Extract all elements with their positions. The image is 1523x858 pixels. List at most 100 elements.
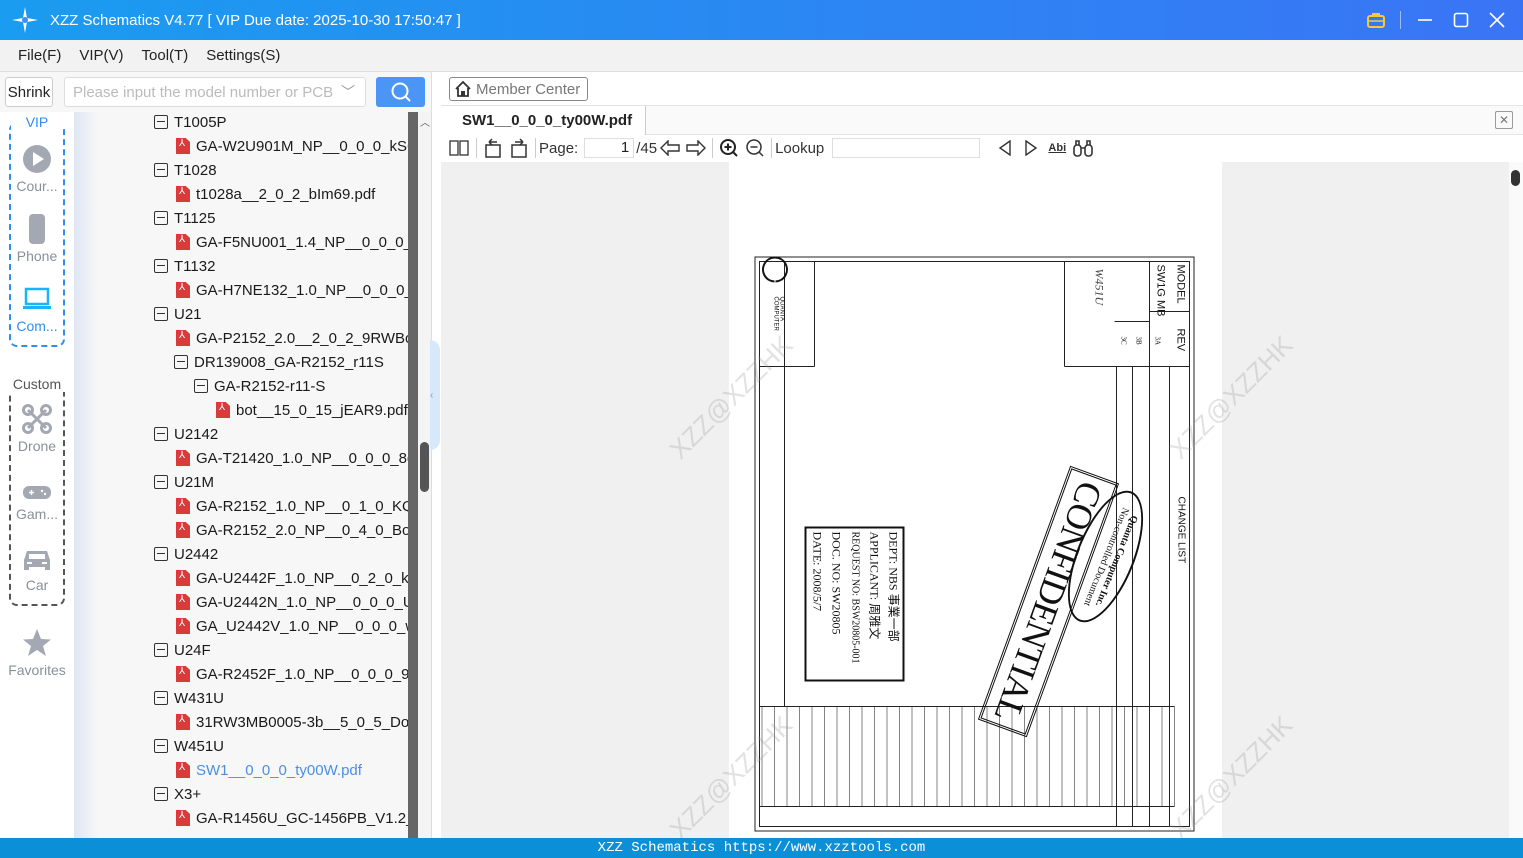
tree-file-item[interactable]: GA-R2452F_1.0_NP__0_0_0_9O3 [176,662,408,686]
tree-folder-item[interactable]: U2442 [154,542,218,566]
two-page-view-icon[interactable] [445,137,473,159]
collapse-icon[interactable] [154,643,168,657]
tree-item-label: GA_U2442V_1.0_NP__0_0_0_w9F [196,617,408,635]
tree-scrollbar-thumb[interactable] [420,442,429,492]
tree-file-item[interactable]: GA-F5NU001_1.4_NP__0_0_0_9T [176,230,408,254]
tree-item-label: T1028 [174,161,217,179]
tree-folder-item[interactable]: U24F [154,638,211,662]
tree-folder-item[interactable]: T1028 [154,158,217,182]
tree-item-label: GA-R2152-r11-S [214,377,326,395]
collapse-icon[interactable] [154,307,168,321]
collapse-icon[interactable] [174,355,188,369]
tree-folder-item[interactable]: W451U [154,734,224,758]
stamp-doc-no: DOC. NO: SW20805 [829,531,844,635]
collapse-icon[interactable] [154,547,168,561]
menu-vip[interactable]: VIP(V) [79,47,123,64]
tree-file-item[interactable]: GA-R2152_1.0_NP__0_1_0_KQQ: [176,494,408,518]
tree-folder-item[interactable]: U21 [154,302,202,326]
tree-folder-item[interactable]: U2142 [154,422,218,446]
tree-file-item[interactable]: GA-R1456U_GC-1456PB_V1.2_NI [176,806,408,830]
collapse-icon[interactable] [154,787,168,801]
binoculars-icon[interactable] [1070,137,1096,159]
find-next-icon[interactable] [1018,137,1044,159]
divider [1400,11,1401,29]
tree-folder-item[interactable]: X3+ [154,782,201,806]
scroll-up-icon[interactable]: ︿ [420,114,430,129]
title-bar: XZZ Schematics V4.77 [ VIP Due date: 202… [0,0,1523,40]
pdf-viewer[interactable]: MODEL SW1G MB REV 3A 3B 3C CHANGE LIST W… [441,162,1523,845]
category-phone[interactable]: Phone [0,214,74,264]
match-case-icon[interactable]: Abi [1044,137,1070,159]
collapse-icon[interactable] [154,163,168,177]
collapse-icon[interactable] [194,379,208,393]
tree-item-label: GA-P2152_2.0__2_0_2_9RWBc.p [196,329,408,347]
zoom-out-icon[interactable] [742,137,768,159]
collapse-panel-button[interactable]: ‹ [430,340,440,450]
tree-folder-item[interactable]: U21M [154,470,214,494]
rotate-left-icon[interactable] [480,137,506,159]
chevron-down-icon[interactable]: ﹀ [341,82,355,102]
zoom-in-icon[interactable] [716,137,742,159]
collapse-icon[interactable] [154,211,168,225]
pdf-file-icon [176,762,190,778]
find-previous-icon[interactable] [992,137,1018,159]
page-number-input[interactable]: 1 [584,138,635,158]
minimize-button[interactable] [1413,8,1437,32]
viewer-scrollbar-thumb[interactable] [1511,170,1520,186]
next-page-icon[interactable] [683,137,709,159]
tree-file-item[interactable]: bot__15_0_15_jEAR9.pdf [216,398,408,422]
tree-file-item[interactable]: GA-W2U901M_NP__0_0_0_kSCA [176,134,408,158]
tab-document[interactable]: SW1__0_0_0_ty00W.pdf [441,106,646,135]
collapse-icon[interactable] [154,691,168,705]
category-drone[interactable]: Drone [0,404,74,454]
menu-file[interactable]: File(F) [18,47,61,64]
menu-settings[interactable]: Settings(S) [206,47,280,64]
model-value: SW1G MB [1154,264,1167,317]
tree-file-item[interactable]: t1028a__2_0_2_bIm69.pdf [176,182,375,206]
collapse-icon[interactable] [154,115,168,129]
tree-file-item[interactable]: GA-U2442F_1.0_NP__0_2_0_kEY [176,566,408,590]
pdf-file-icon [176,714,190,730]
tree-file-item[interactable]: GA-H7NE132_1.0_NP__0_0_0_w [176,278,408,302]
viewer-panel: Member Center SW1__0_0_0_ty00W.pdf ✕ Pag… [441,72,1523,845]
vip-bag-icon[interactable] [1364,8,1388,32]
tree-file-item[interactable]: GA_U2442V_1.0_NP__0_0_0_w9F [176,614,408,638]
lookup-input[interactable] [832,138,981,158]
tree-file-item[interactable]: GA-T21420_1.0_NP__0_0_0_8qA [176,446,408,470]
tree-file-item[interactable]: GA-P2152_2.0__2_0_2_9RWBc.p [176,326,408,350]
tree-file-item[interactable]: GA-R2152_2.0_NP__0_4_0_BoXU [176,518,408,542]
tree-folder-item[interactable]: T1005P [154,112,227,134]
tree-folder-item[interactable]: T1125 [154,206,215,230]
category-car[interactable]: Car [0,547,74,593]
menu-tool[interactable]: Tool(T) [142,47,189,64]
category-course[interactable]: Cour... [0,144,74,194]
search-button[interactable] [376,77,425,107]
tree-file-item[interactable]: SW1__0_0_0_ty00W.pdf [176,758,362,782]
previous-page-icon[interactable] [657,137,683,159]
maximize-button[interactable] [1449,8,1473,32]
member-center-button[interactable]: Member Center [449,77,588,101]
divider [771,138,773,158]
collapse-icon[interactable] [154,427,168,441]
tree-folder-item[interactable]: T1132 [154,254,215,278]
close-button[interactable] [1485,8,1509,32]
pdf-file-icon [216,402,230,418]
tree-folder-item[interactable]: GA-R2152-r11-S [194,374,325,398]
close-tabs-icon[interactable]: ✕ [1495,111,1513,129]
tree-folder-item[interactable]: W431U [154,686,224,710]
category-game[interactable]: Gam... [0,482,74,522]
collapse-icon[interactable] [154,259,168,273]
tree-item-label: bot__15_0_15_jEAR9.pdf [236,401,408,419]
tree-file-item[interactable]: GA-U2442N_1.0_NP__0_0_0_UB [176,590,408,614]
shrink-button[interactable]: Shrink [5,77,53,107]
search-input[interactable]: Please input the model number or PCB ﹀ [64,77,366,107]
viewer-scrollbar[interactable] [1509,162,1523,838]
rotate-right-icon[interactable] [506,137,532,159]
tree-folder-item[interactable]: DR139008_GA-R2152_r11S [174,350,384,374]
category-favorites[interactable]: Favorites [0,628,74,678]
collapse-icon[interactable] [154,475,168,489]
home-icon [455,80,471,97]
tree-file-item[interactable]: 31RW3MB0005-3b__5_0_5_Dob [176,710,408,734]
collapse-icon[interactable] [154,739,168,753]
category-computer[interactable]: Com... [0,284,74,334]
